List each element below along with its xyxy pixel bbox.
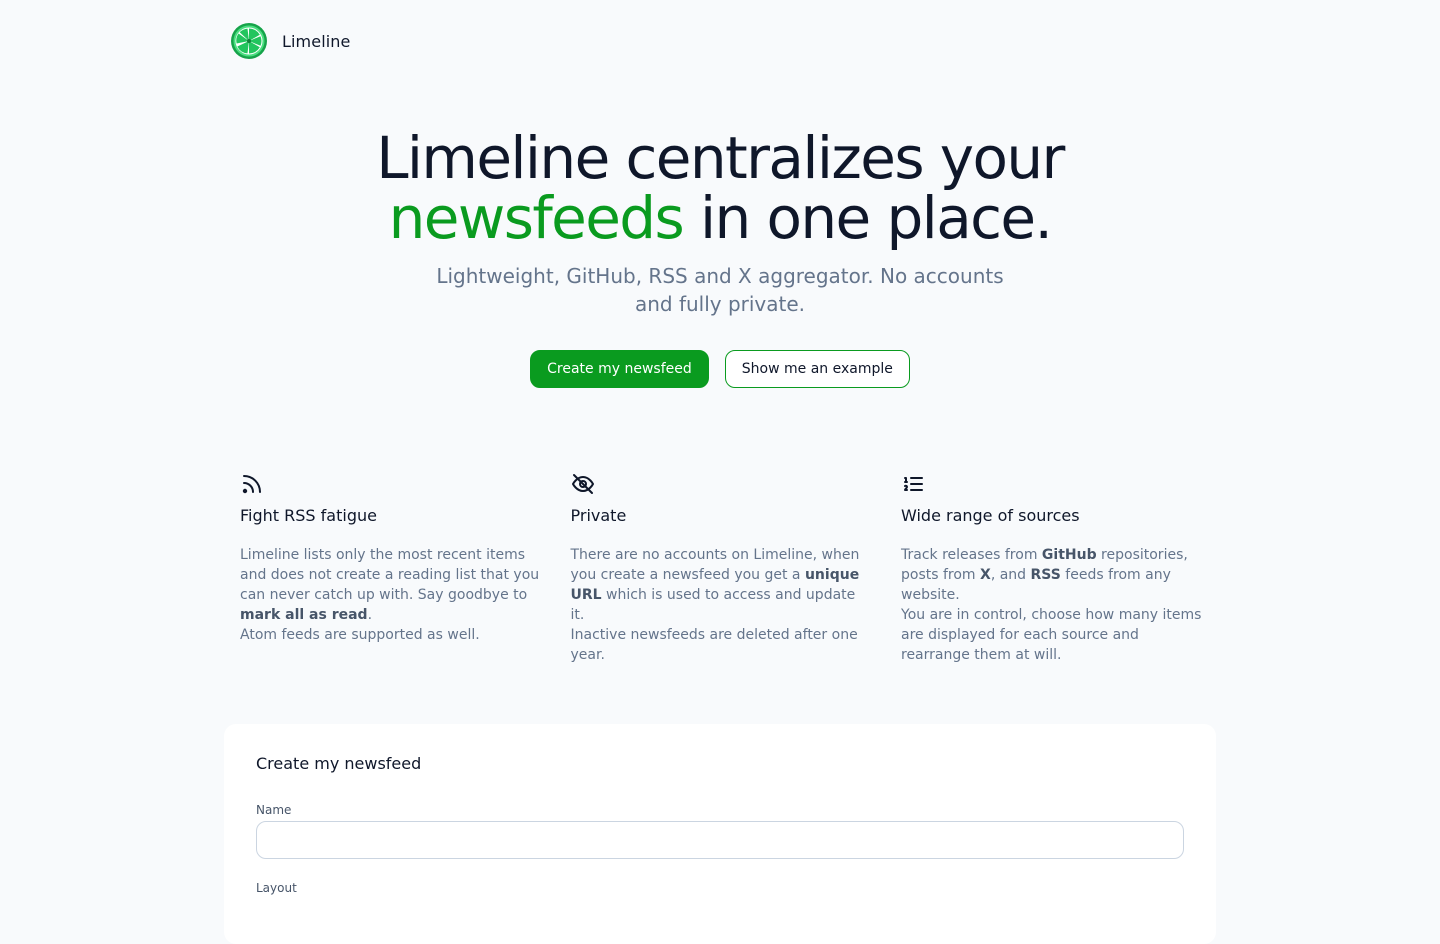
- eye-off-icon: [571, 474, 594, 494]
- name-input[interactable]: [256, 821, 1184, 859]
- features-section: Fight RSS fatigue Limeline lists only th…: [240, 472, 1232, 665]
- create-newsfeed-button[interactable]: Create my newsfeed: [530, 350, 709, 388]
- create-newsfeed-form: Create my newsfeed Name Layout: [224, 724, 1216, 944]
- hero-title-rest: in one place.: [683, 184, 1053, 252]
- form-title: Create my newsfeed: [256, 754, 422, 773]
- site-header: Limeline: [230, 22, 350, 60]
- layout-label: Layout: [256, 881, 297, 895]
- hero-subtitle: Lightweight, GitHub, RSS and X aggregato…: [436, 264, 1004, 316]
- cta-row: Create my newsfeed Show me an example: [0, 350, 1440, 388]
- feature-sources: Wide range of sources Track releases fro…: [901, 472, 1232, 665]
- rss-icon: [242, 475, 261, 494]
- emphasis-text: RSS: [1030, 567, 1061, 583]
- brand-name[interactable]: Limeline: [282, 32, 350, 51]
- feature-description: Track releases from GitHub repositories,…: [901, 547, 1202, 663]
- feature-title: Wide range of sources: [901, 506, 1080, 525]
- emphasis-text: X: [980, 567, 991, 583]
- emphasis-text: unique URL: [570, 567, 860, 603]
- show-example-button[interactable]: Show me an example: [724, 350, 910, 388]
- feature-description: Limeline lists only the most recent item…: [240, 547, 540, 643]
- name-label: Name: [256, 803, 292, 817]
- hero-title-line1: Limeline centralizes your: [376, 124, 1065, 192]
- feature-title: Fight RSS fatigue: [240, 506, 377, 525]
- feature-rss: Fight RSS fatigue Limeline lists only th…: [240, 472, 571, 665]
- feature-description: There are no accounts on Limeline, when …: [570, 547, 860, 663]
- hero-title: Limeline centralizes your newsfeeds in o…: [0, 128, 1440, 248]
- hero-section: Limeline centralizes your newsfeeds in o…: [0, 128, 1440, 388]
- feature-title: Private: [570, 506, 627, 525]
- emphasis-text: GitHub: [1041, 547, 1097, 563]
- hero-title-accent: newsfeeds: [388, 184, 685, 252]
- feature-private: Private There are no accounts on Limelin…: [571, 472, 902, 665]
- list-ordered-icon: [904, 477, 923, 491]
- lime-logo-icon[interactable]: [230, 22, 268, 60]
- emphasis-text: mark all as read: [240, 607, 368, 623]
